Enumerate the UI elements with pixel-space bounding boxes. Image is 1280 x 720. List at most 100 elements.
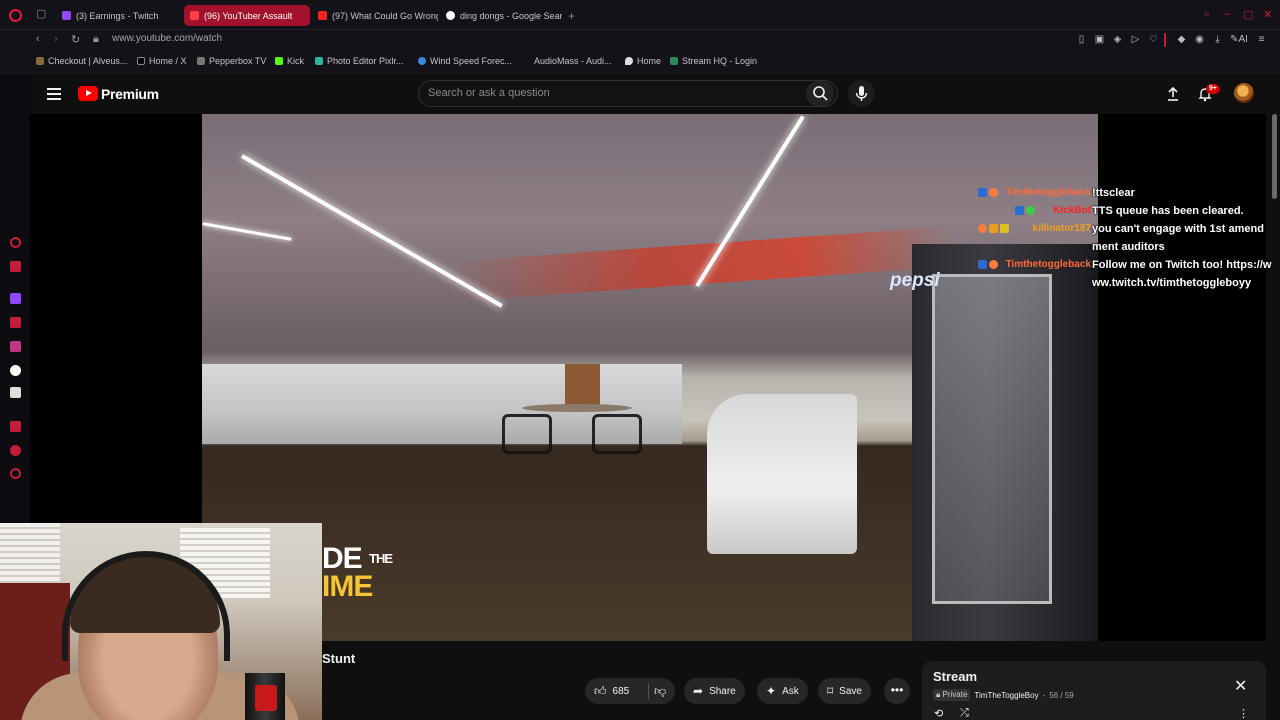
opera-gx-logo-icon[interactable] <box>9 9 22 22</box>
bookmark-alveus[interactable]: Checkout | Alveus... <box>36 56 127 66</box>
wind-icon <box>418 57 426 65</box>
bookmark-pixlr[interactable]: Photo Editor Pixlr... <box>315 56 404 66</box>
search-button[interactable] <box>806 81 834 106</box>
gx-control-icon[interactable] <box>10 261 21 272</box>
bookmark-icon <box>36 57 44 65</box>
upload-icon[interactable] <box>1165 86 1181 102</box>
bookmark-home[interactable]: Home <box>625 56 661 66</box>
search-tabs-icon[interactable]: ⌕ <box>1204 8 1210 21</box>
like-dislike-divider <box>648 683 649 699</box>
save-button[interactable]: ⌑ Save <box>818 678 871 704</box>
heart-icon[interactable]: ♡ <box>1148 34 1159 45</box>
new-tab-icon[interactable]: + <box>568 9 575 23</box>
percent-icon[interactable] <box>10 317 21 328</box>
chat-message: killinator187 you can't engage with 1st … <box>975 220 1275 256</box>
pepperbox-icon <box>197 57 205 65</box>
shield-icon[interactable]: ◈ <box>1112 34 1123 45</box>
settings-icon[interactable] <box>10 468 21 479</box>
chat-overlay: Timthetoggleback !ttsclear KickBot TTS q… <box>975 184 1275 292</box>
bookmark-stream-hq[interactable]: Stream HQ - Login <box>670 56 757 66</box>
close-window-icon[interactable]: ✕ <box>1263 8 1272 21</box>
reload-icon[interactable]: ↻ <box>71 33 80 46</box>
forward-icon[interactable]: › <box>54 33 58 45</box>
ai-icon[interactable]: ✎AI <box>1230 34 1248 45</box>
tab-what-could-go-wrong[interactable]: (97) What Could Go Wrong <box>312 5 438 26</box>
bookmark-label: Kick <box>287 56 305 66</box>
more-horizontal-icon: ••• <box>890 683 904 697</box>
tab-label: (96) YouTuber Assault <box>204 10 293 21</box>
chat-badges <box>978 188 998 197</box>
youtube-premium-logo[interactable]: Premium <box>101 86 159 102</box>
clock-icon[interactable] <box>10 445 21 456</box>
scene-display-case <box>707 394 857 554</box>
play-icon[interactable]: ▷ <box>1130 34 1141 45</box>
maximize-icon[interactable]: ▢ <box>1243 8 1253 21</box>
chat-username: Timthetoggleback <box>1005 259 1091 270</box>
bookmark-label: Pepperbox TV <box>209 56 267 66</box>
url-field[interactable]: www.youtube.com/watch <box>112 33 222 44</box>
minimize-icon[interactable]: – <box>1224 8 1230 20</box>
extension-icon[interactable]: ◆ <box>1176 34 1187 45</box>
playlist-meta: 🔒︎ Private TimTheToggleBoy - 56 / 59 <box>933 689 1074 701</box>
playlist-owner[interactable]: TimTheToggleBoy <box>974 691 1038 700</box>
caption-small-word: THE <box>369 551 393 566</box>
playlist-separator: - <box>1042 690 1046 700</box>
address-bar: ‹ › ↻ 🔒︎ www.youtube.com/watch ▯ ▣ ◈ ▷ ♡… <box>0 30 1280 50</box>
shuffle-icon[interactable]: ⤮ <box>960 707 969 720</box>
chat-message: Timthetoggleback Follow me on Twitch too… <box>975 256 1275 292</box>
guide-menu-icon[interactable] <box>47 88 61 100</box>
playlist-position: 56 / 59 <box>1049 690 1074 700</box>
thumbs-down-icon: 👎︎ <box>654 683 667 698</box>
chat-message: Timthetoggleback !ttsclear <box>975 184 1275 202</box>
tiktok-icon[interactable] <box>10 365 21 376</box>
menu-icon[interactable]: ≡ <box>1256 34 1267 45</box>
thumbs-up-icon: 👍︎ <box>594 683 607 698</box>
playlist-menu-icon[interactable]: ⋮ <box>1238 707 1249 720</box>
search-icon <box>813 86 828 101</box>
history-icon[interactable] <box>10 421 21 432</box>
voice-search-button[interactable] <box>848 80 875 107</box>
chat-text: you can't engage with 1st amendment audi… <box>1092 223 1264 253</box>
bookmarks-bar: Checkout | Alveus... Home / X Pepperbox … <box>0 50 1280 74</box>
snapshot-icon[interactable]: ▣ <box>1094 34 1105 45</box>
instagram-icon[interactable] <box>10 341 21 352</box>
bookmark-label: AudioMass - Audi... <box>534 56 612 66</box>
back-icon[interactable]: ‹ <box>36 33 40 45</box>
x-icon <box>137 57 145 65</box>
chat-badges <box>1015 206 1035 215</box>
bookmark-page-icon[interactable]: ▯ <box>1076 34 1087 45</box>
kick-icon <box>275 57 283 65</box>
bookmark-x[interactable]: Home / X <box>137 56 187 66</box>
tab-label: ding dongs - Google Search <box>460 10 562 21</box>
share-button[interactable]: ➦ Share <box>684 678 745 704</box>
twitch-sidebar-icon[interactable] <box>10 293 21 304</box>
speed-dial-icon[interactable] <box>10 237 21 248</box>
loop-icon[interactable]: ⟲ <box>934 707 943 720</box>
youtube-logo-icon[interactable] <box>78 86 98 101</box>
bookmark-audiomass[interactable]: AudioMass - Audi... <box>522 56 612 66</box>
user-avatar[interactable] <box>1234 83 1254 103</box>
bookmark-kick[interactable]: Kick <box>275 56 304 66</box>
streamhq-icon <box>670 57 678 65</box>
tab-label: (3) Earnings - Twitch <box>76 10 159 21</box>
bookmark-pepperbox[interactable]: Pepperbox TV <box>197 56 266 66</box>
chat-message: KickBot TTS queue has been cleared. <box>975 202 1275 220</box>
x-sidebar-icon[interactable] <box>10 387 21 398</box>
account-icon[interactable]: ◉ <box>1194 34 1205 45</box>
chat-text: Follow me on Twitch too! https://www.twi… <box>1092 259 1272 289</box>
tab-twitch-earnings[interactable]: (3) Earnings - Twitch <box>56 5 182 26</box>
tab-google-search[interactable]: ding dongs - Google Search <box>440 5 562 26</box>
page-scrollbar[interactable] <box>1272 114 1277 199</box>
playlist-title[interactable]: Stream <box>933 669 977 684</box>
dislike-button[interactable]: 👎︎ <box>647 678 675 704</box>
more-actions-button[interactable]: ••• <box>884 678 910 704</box>
close-icon[interactable]: ✕ <box>1234 676 1247 696</box>
bookmark-save-icon: ⌑ <box>827 684 834 698</box>
tab-menu-icon[interactable]: ▢ <box>36 9 48 20</box>
tab-youtuber-assault[interactable]: (96) YouTuber Assault <box>184 5 310 26</box>
sparkle-icon: ✦ <box>766 684 777 698</box>
download-icon[interactable]: ⤓ <box>1212 34 1223 45</box>
like-button[interactable]: 👍︎ 685 <box>585 678 647 704</box>
ask-button[interactable]: ✦ Ask <box>757 678 808 704</box>
bookmark-wind-speed[interactable]: Wind Speed Forec... <box>418 56 512 66</box>
